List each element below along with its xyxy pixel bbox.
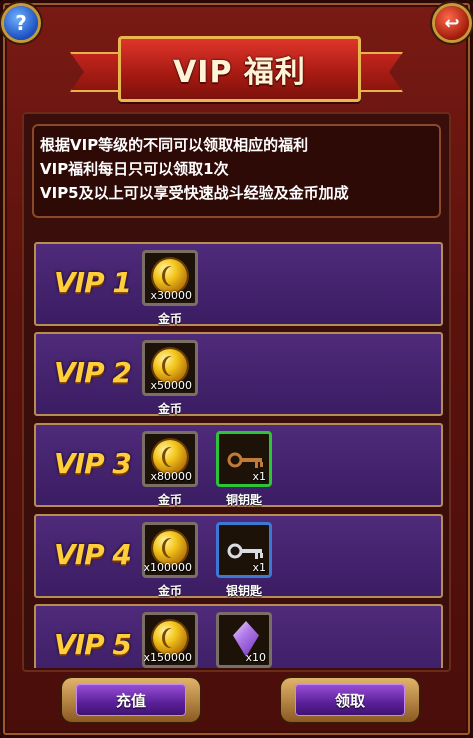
reward-quantity: x30000	[150, 289, 192, 302]
reward-item[interactable]: x1 银钥匙	[216, 522, 276, 598]
vip-tier-row: VIP 2 x50000 金币	[34, 332, 443, 416]
claim-button[interactable]: 领取	[295, 684, 405, 716]
help-button[interactable]: ?	[4, 6, 38, 40]
reward-name: 金币	[157, 584, 182, 598]
reward-name: 金币	[157, 312, 182, 326]
title-banner: VIP 福利	[70, 36, 403, 102]
description-line: 根据VIP等级的不同可以领取相应的福利	[40, 136, 309, 154]
vip-tier-row: VIP 5 x150000 x10	[34, 604, 443, 668]
reward-slot: x1	[216, 522, 272, 578]
reward-slot: x50000	[142, 340, 198, 396]
reward-name: 银钥匙	[225, 584, 262, 598]
reward-name: 金币	[157, 493, 182, 507]
gold-coin-icon	[153, 531, 187, 565]
description-line: VIP福利每日只可以领取1次	[40, 160, 229, 178]
claim-button-frame: 领取	[281, 678, 419, 722]
reward-quantity: x50000	[150, 379, 192, 392]
reward-quantity: x80000	[150, 470, 192, 483]
reward-quantity: x100000	[143, 561, 192, 574]
reward-quantity: x150000	[143, 651, 192, 664]
copper-key-icon	[227, 452, 263, 468]
vip-level-label: VIP 2	[54, 356, 132, 389]
vip-level-label: VIP 5	[54, 628, 132, 661]
reward-name: 铜钥匙	[225, 493, 262, 507]
vip-level-label: VIP 1	[54, 266, 132, 299]
vip-tier-row: VIP 4 x100000 金币 x1 银钥匙	[34, 514, 443, 598]
reward-slot: x150000	[142, 612, 198, 668]
vip-level-label: VIP 4	[54, 538, 132, 571]
reward-item[interactable]: x50000 金币	[142, 340, 202, 416]
reward-item[interactable]: x1 铜钥匙	[216, 431, 276, 507]
page-title: VIP 福利	[173, 55, 306, 90]
return-arrow-icon: ↩	[444, 12, 460, 34]
reward-quantity: x1	[252, 561, 266, 574]
reward-item[interactable]: x100000 金币	[142, 522, 202, 598]
reward-slot: x80000	[142, 431, 198, 487]
question-mark-icon: ?	[15, 11, 27, 35]
reward-slot: x30000	[142, 250, 198, 306]
reward-item[interactable]: x30000 金币	[142, 250, 202, 326]
recharge-button[interactable]: 充值	[76, 684, 186, 716]
vip-tier-row: VIP 3 x80000 金币 x1 铜钥匙	[34, 423, 443, 507]
reward-quantity: x1	[252, 470, 266, 483]
vip-tier-row: VIP 1 x30000 金币	[34, 242, 443, 326]
description-line: VIP5及以上可以享受快速战斗经验及金币加成	[40, 184, 349, 202]
reward-item[interactable]: x10	[216, 612, 276, 668]
gold-coin-icon	[153, 621, 187, 655]
gold-coin-icon	[153, 440, 187, 474]
reward-item[interactable]: x150000	[142, 612, 202, 668]
reward-slot: x10	[216, 612, 272, 668]
banner-plate: VIP 福利	[118, 36, 361, 102]
footer-bar: 充值 领取	[0, 672, 473, 738]
vip-level-label: VIP 3	[54, 447, 132, 480]
recharge-button-frame: 充值	[62, 678, 200, 722]
reward-item[interactable]: x80000 金币	[142, 431, 202, 507]
reward-slot: x100000	[142, 522, 198, 578]
silver-key-icon	[227, 543, 263, 559]
gold-coin-icon	[153, 349, 187, 383]
vip-tier-list[interactable]: VIP 1 x30000 金币 VIP 2 x50000 金币 VIP 3 x8…	[34, 238, 445, 668]
back-button[interactable]: ↩	[435, 6, 469, 40]
reward-slot: x1	[216, 431, 272, 487]
gold-coin-icon	[153, 259, 187, 293]
reward-quantity: x10	[245, 651, 266, 664]
reward-name: 金币	[157, 402, 182, 416]
description-box: 根据VIP等级的不同可以领取相应的福利 VIP福利每日只可以领取1次 VIP5及…	[32, 124, 441, 218]
